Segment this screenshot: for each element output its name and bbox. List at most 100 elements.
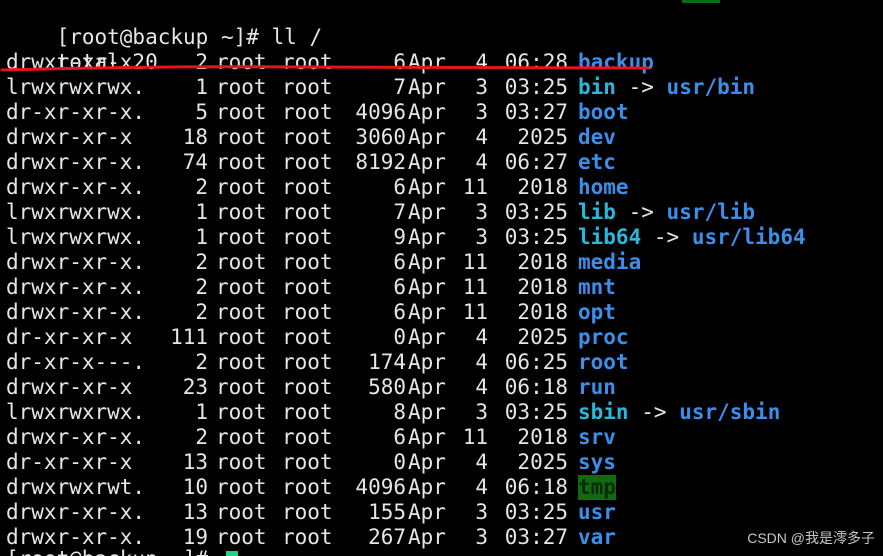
group: root: [282, 400, 333, 424]
group: root: [282, 325, 333, 349]
time-or-year: 06:18: [504, 375, 568, 399]
file-size: 580: [368, 375, 406, 399]
entry-name-group: etc: [578, 150, 616, 175]
permissions: drwxr-xr-x: [6, 375, 133, 399]
permissions: dr-xr-x---.: [6, 350, 146, 374]
link-count: 13: [182, 500, 208, 524]
link-count: 18: [182, 125, 208, 149]
entry-name-group: media: [578, 250, 641, 275]
entry-name-group: lib -> usr/lib: [578, 200, 755, 225]
owner: root: [216, 350, 267, 374]
permissions: drwxr-xr-x.: [6, 500, 146, 524]
file-size: 0: [393, 325, 406, 349]
owner: root: [216, 325, 267, 349]
file-size: 8: [393, 400, 406, 424]
time-or-year: 2018: [517, 300, 568, 324]
terminal-window[interactable]: { "terminal": { "prompt": "[root@backup …: [0, 0, 883, 556]
entry-name: media: [578, 250, 642, 274]
total-line: total 20: [6, 25, 883, 74]
time-or-year: 03:27: [504, 525, 568, 549]
owner: root: [216, 150, 267, 174]
entry-name: run: [578, 375, 616, 399]
permissions: drwxr-xr-x.: [6, 150, 146, 174]
symlink-arrow: ->: [653, 225, 680, 249]
entry-name: opt: [578, 300, 616, 324]
listing-row: dr-xr-xr-x 111 root root 0 Apr 4 2025 proc: [6, 325, 883, 350]
file-size: 6: [393, 250, 406, 274]
entry-name-group: root: [578, 350, 629, 375]
day: 4: [475, 150, 488, 174]
owner: root: [216, 200, 267, 224]
file-size: 6: [393, 50, 406, 74]
owner: root: [216, 300, 267, 324]
day: 3: [475, 525, 488, 549]
month: Apr: [408, 225, 446, 249]
permissions: lrwxrwxrwx.: [6, 225, 146, 249]
symlink-arrow: ->: [628, 200, 654, 224]
group: root: [282, 175, 333, 199]
day: 4: [475, 475, 488, 499]
day: 11: [462, 425, 488, 449]
permissions: drwxr-xr-x.: [6, 275, 146, 299]
link-count: 10: [182, 475, 208, 499]
symlink-target: usr/lib: [666, 200, 756, 224]
time-or-year: 03:25: [504, 200, 568, 224]
symlink-arrow: ->: [628, 75, 654, 99]
time-or-year: 03:25: [504, 500, 568, 524]
time-or-year: 2025: [517, 125, 568, 149]
listing-row: lrwxrwxrwx. 1 root root 7 Apr 3 03:25 lib -> usr…: [6, 200, 883, 225]
entry-name: boot: [578, 100, 629, 124]
entry-name-group: sbin -> usr/sbin: [578, 400, 780, 425]
day: 3: [475, 500, 488, 524]
link-count: 1: [195, 400, 208, 424]
link-count: 2: [195, 175, 208, 199]
group: root: [282, 450, 333, 474]
listing-row: drwxr-xr-x 23 root root 580 Apr 4 06:18 run: [6, 375, 883, 400]
file-size: 174: [368, 350, 406, 374]
terminal-cursor: [226, 551, 238, 556]
entry-name: sbin: [578, 400, 629, 424]
group: root: [282, 50, 333, 74]
month: Apr: [408, 500, 446, 524]
permissions: dr-xr-xr-x.: [6, 100, 146, 124]
month: Apr: [408, 200, 446, 224]
month: Apr: [408, 425, 446, 449]
file-size: 267: [368, 525, 406, 549]
permissions: drwxr-xr-x.: [6, 300, 146, 324]
permissions: dr-xr-xr-x: [6, 450, 133, 474]
entry-name-group: backup: [578, 50, 654, 75]
owner: root: [216, 50, 267, 74]
file-size: 7: [393, 75, 406, 99]
entry-name-group: boot: [578, 100, 629, 125]
link-count: 2: [195, 425, 208, 449]
permissions: lrwxrwxrwx.: [6, 400, 146, 424]
entry-name: home: [578, 175, 629, 199]
link-count: 2: [195, 50, 208, 74]
entry-name-group: mnt: [578, 275, 616, 300]
link-count: 13: [182, 450, 208, 474]
day: 4: [475, 350, 488, 374]
link-count: 111: [170, 325, 208, 349]
entry-name: bin: [578, 75, 616, 99]
symlink-arrow: ->: [641, 400, 667, 424]
next-prompt-partial: [root@backup ~]#: [6, 547, 208, 556]
listing-row: dr-xr-x---. 2 root root 174 Apr 4 06:25 root: [6, 350, 883, 375]
day: 4: [475, 50, 488, 74]
time-or-year: 2018: [517, 275, 568, 299]
listing-row: drwxr-xr-x. 2 root root 6 Apr 11 2018 home: [6, 175, 883, 200]
day: 3: [475, 400, 488, 424]
month: Apr: [408, 125, 446, 149]
listing-row: drwxr-xr-x 18 root root 3060 Apr 4 2025 dev: [6, 125, 883, 150]
group: root: [282, 350, 333, 374]
link-count: 23: [182, 375, 208, 399]
listing-row: dr-xr-xr-x. 5 root root 4096 Apr 3 03:27 boot: [6, 100, 883, 125]
owner: root: [216, 400, 267, 424]
link-count: 2: [195, 250, 208, 274]
file-size: 7: [393, 200, 406, 224]
listing-row: drwxr-xr-x. 2 root root 6 Apr 11 2018 media: [6, 250, 883, 275]
permissions: drwxr-xr-x: [6, 125, 133, 149]
owner: root: [216, 225, 267, 249]
time-or-year: 03:27: [504, 100, 568, 124]
day: 3: [475, 100, 488, 124]
file-size: 9: [393, 225, 406, 249]
